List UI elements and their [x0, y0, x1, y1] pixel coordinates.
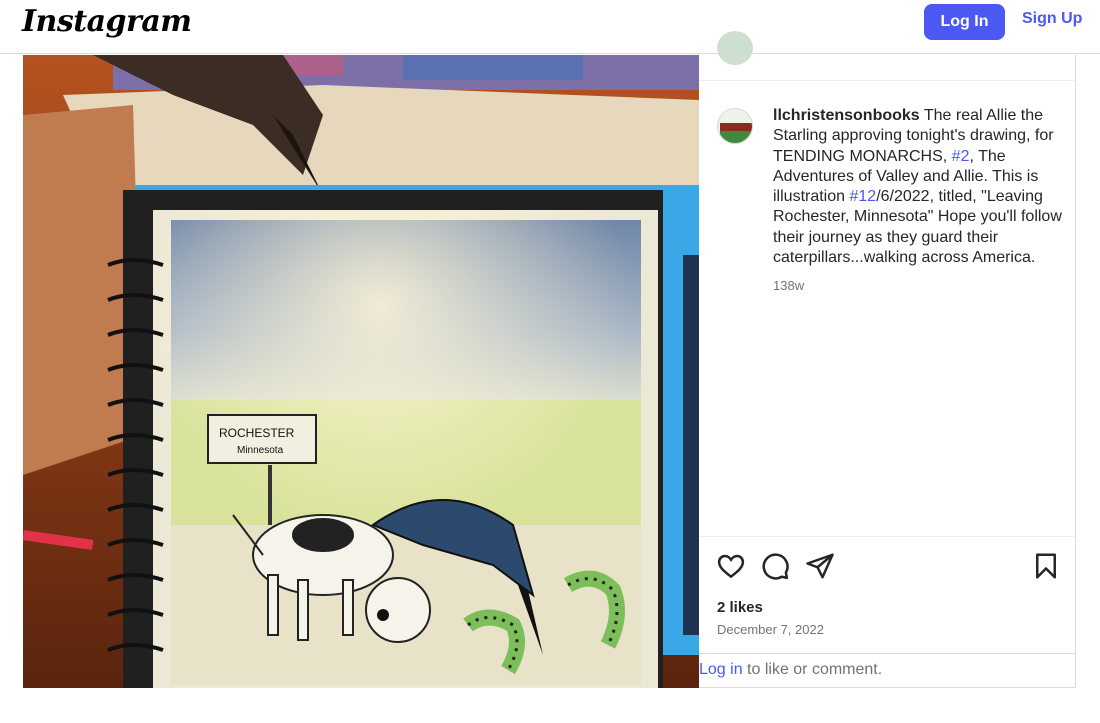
top-avatar[interactable] [717, 31, 753, 65]
save-button[interactable] [1031, 551, 1061, 581]
signup-link[interactable]: Sign Up [1022, 10, 1082, 28]
sign-text-line2: Minnesota [237, 445, 284, 456]
post-sidebar: llchristensonbooks The real Allie the St… [699, 31, 1076, 688]
top-navbar: Instagram Log In Sign Up [0, 0, 1100, 54]
comment-icon [762, 553, 789, 580]
hashtag-link-12[interactable]: #12 [849, 188, 876, 205]
avatar-logo-icon [718, 109, 752, 143]
post-image[interactable]: ROCHESTER Minnesota [23, 55, 699, 688]
login-button[interactable]: Log In [924, 4, 1005, 40]
share-icon [806, 553, 834, 579]
divider [699, 653, 1075, 654]
divider [699, 536, 1075, 537]
bookmark-icon [1036, 553, 1056, 579]
likes-count[interactable]: 2 likes [717, 599, 763, 616]
login-link[interactable]: Log in [699, 661, 743, 678]
post-caption: llchristensonbooks The real Allie the St… [773, 106, 1065, 268]
post-age[interactable]: 138w [773, 278, 804, 293]
login-prompt-text: to like or comment. [742, 661, 883, 678]
heart-icon [717, 554, 745, 579]
share-button[interactable] [805, 551, 835, 581]
hashtag-link-2[interactable]: #2 [952, 148, 970, 165]
instagram-logo[interactable]: Instagram [22, 4, 192, 39]
post-photo-illustration: ROCHESTER Minnesota [23, 55, 699, 688]
sign-text-line1: ROCHESTER [219, 426, 295, 440]
divider [699, 80, 1075, 81]
comment-button[interactable] [760, 551, 790, 581]
like-button[interactable] [716, 551, 746, 581]
username-link[interactable]: llchristensonbooks [773, 107, 920, 124]
post-date: December 7, 2022 [717, 622, 824, 637]
caption-avatar[interactable] [717, 108, 753, 144]
login-prompt: Log in to like or comment. [699, 661, 882, 679]
post-actions [699, 551, 1075, 583]
